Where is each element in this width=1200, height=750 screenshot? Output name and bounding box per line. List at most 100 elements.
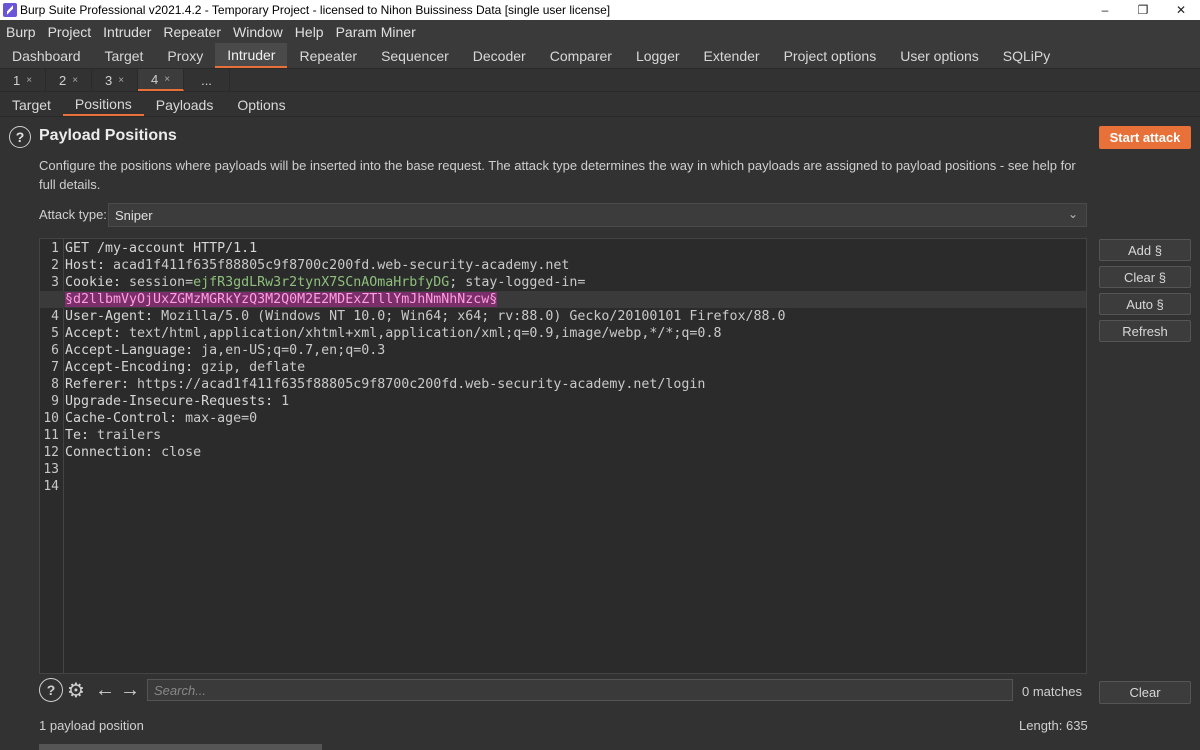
header-name: Cookie:	[65, 275, 122, 290]
attack-tab-3[interactable]: 3 ×	[92, 69, 138, 91]
cookie-separator: ; stay-logged-in=	[449, 275, 586, 290]
tab-dashboard[interactable]: Dashboard	[0, 43, 93, 68]
menu-project[interactable]: Project	[42, 24, 98, 40]
menu-repeater[interactable]: Repeater	[157, 24, 227, 40]
attack-tab-label: 1	[12, 72, 21, 88]
menu-window[interactable]: Window	[227, 24, 289, 40]
menu-help[interactable]: Help	[289, 24, 330, 40]
request-line: 13	[40, 461, 1086, 478]
match-count: 0 matches	[1022, 684, 1082, 699]
header-name: User-Agent:	[65, 309, 154, 324]
close-button[interactable]: ✕	[1162, 3, 1200, 17]
arrow-left-icon[interactable]: ←	[93, 678, 117, 702]
header-name: Host:	[65, 258, 106, 273]
refresh-button[interactable]: Refresh	[1099, 320, 1191, 342]
attack-tab-4[interactable]: 4 ×	[138, 69, 184, 91]
tab-sqlipy[interactable]: SQLiPy	[991, 43, 1062, 68]
minimize-button[interactable]: –	[1086, 3, 1124, 17]
line-number: 2	[51, 258, 59, 273]
request-line: 11 Te: trailers	[40, 427, 1086, 444]
attack-tab-1[interactable]: 1 ×	[0, 69, 46, 91]
attack-tab-new[interactable]: ...	[184, 69, 230, 91]
description-text: Configure the positions where payloads w…	[39, 158, 1076, 192]
horizontal-scrollbar[interactable]	[39, 744, 322, 750]
tab-target[interactable]: Target	[93, 43, 156, 68]
search-help-icon[interactable]: ?	[39, 678, 63, 702]
attack-tab-label: 2	[58, 72, 67, 88]
header-value: ja,en-US;q=0.7,en;q=0.3	[193, 343, 386, 358]
arrow-right-icon[interactable]: →	[118, 678, 142, 702]
clear-markers-button[interactable]: Clear §	[1099, 266, 1191, 288]
request-line: 6 Accept-Language: ja,en-US;q=0.7,en;q=0…	[40, 342, 1086, 359]
tab-proxy[interactable]: Proxy	[155, 43, 215, 68]
request-line: 10 Cache-Control: max-age=0	[40, 410, 1086, 427]
attack-type-label: Attack type:	[39, 207, 107, 222]
line-number: 8	[51, 377, 59, 392]
request-line: 3 Cookie: session=ejfR3gdLRw3r2tynX7SCnA…	[40, 274, 1086, 291]
line-number: 10	[43, 411, 59, 426]
header-value: acad1f411f635f88805c9f8700c200fd.web-sec…	[105, 258, 570, 273]
menu-burp[interactable]: Burp	[0, 24, 42, 40]
payload-position-marker[interactable]: §d2llbmVyOjUxZGMzMGRkYzQ3M2Q0M2E2MDExZTl…	[65, 292, 498, 307]
line-number: 9	[51, 394, 59, 409]
clear-button[interactable]: Clear	[1099, 681, 1191, 704]
session-cookie-value: ejfR3gdLRw3r2tynX7SCnAOmaHrbfyDG	[193, 275, 450, 290]
header-name: Accept-Language:	[65, 343, 194, 358]
header-value: https://acad1f411f635f88805c9f8700c200fd…	[129, 377, 706, 392]
line-number: 7	[51, 360, 59, 375]
header-value: trailers	[89, 428, 162, 443]
section-tabs: Target Positions Payloads Options	[0, 93, 1200, 117]
request-line: 9 Upgrade-Insecure-Requests: 1	[40, 393, 1086, 410]
gear-icon[interactable]: ⚙	[64, 678, 88, 702]
attack-type-value: Sniper	[115, 207, 153, 223]
request-line: 1 GET /my-account HTTP/1.1	[40, 240, 1086, 257]
page-title: Payload Positions	[39, 127, 177, 144]
line-number: 4	[51, 309, 59, 324]
attack-tabs: 1 × 2 × 3 × 4 × ...	[0, 69, 1200, 92]
help-icon[interactable]: ?	[9, 126, 31, 148]
tab-logger[interactable]: Logger	[624, 43, 692, 68]
tab-extender[interactable]: Extender	[692, 43, 772, 68]
header-value: gzip, deflate	[193, 360, 306, 375]
request-length: Length: 635	[1019, 718, 1088, 733]
close-tab-icon[interactable]: ×	[118, 75, 124, 86]
menu-intruder[interactable]: Intruder	[97, 24, 157, 40]
close-tab-icon[interactable]: ×	[26, 75, 32, 86]
window-title: Burp Suite Professional v2021.4.2 - Temp…	[20, 3, 611, 17]
header-name: Te:	[65, 428, 90, 443]
restore-button[interactable]: ❐	[1124, 3, 1162, 17]
request-line: 14	[40, 478, 1086, 495]
tab-sequencer[interactable]: Sequencer	[369, 43, 461, 68]
request-line: 7 Accept-Encoding: gzip, deflate	[40, 359, 1086, 376]
attack-type-select[interactable]: Sniper ⌄	[108, 203, 1087, 227]
request-line: 5 Accept: text/html,application/xhtml+xm…	[40, 325, 1086, 342]
header-value: text/html,application/xhtml+xml,applicat…	[121, 326, 722, 341]
request-editor[interactable]: 1 GET /my-account HTTP/1.1 2 Host: acad1…	[39, 238, 1087, 674]
tab-section-positions[interactable]: Positions	[62, 93, 144, 116]
search-input[interactable]: Search...	[147, 679, 1013, 701]
menu-param-miner[interactable]: Param Miner	[330, 24, 422, 40]
start-attack-button[interactable]: Start attack	[1099, 126, 1191, 149]
tab-section-options[interactable]: Options	[225, 93, 297, 116]
header-name: Accept:	[65, 326, 122, 341]
auto-marker-button[interactable]: Auto §	[1099, 293, 1191, 315]
header-value: max-age=0	[177, 411, 258, 426]
line-number: 14	[43, 479, 59, 494]
request-line: 12 Connection: close	[40, 444, 1086, 461]
attack-tab-2[interactable]: 2 ×	[46, 69, 92, 91]
tab-intruder[interactable]: Intruder	[215, 43, 288, 68]
tab-decoder[interactable]: Decoder	[461, 43, 538, 68]
close-tab-icon[interactable]: ×	[164, 74, 170, 85]
header-name: Upgrade-Insecure-Requests:	[65, 394, 274, 409]
menu-bar: Burp Project Intruder Repeater Window He…	[0, 20, 1200, 43]
tab-project-options[interactable]: Project options	[772, 43, 889, 68]
attack-tab-label: 4	[150, 71, 159, 87]
tab-user-options[interactable]: User options	[888, 43, 991, 68]
tab-section-target[interactable]: Target	[0, 93, 63, 116]
close-tab-icon[interactable]: ×	[72, 75, 78, 86]
tab-repeater[interactable]: Repeater	[287, 43, 369, 68]
tab-section-payloads[interactable]: Payloads	[144, 93, 226, 116]
line-number: 1	[51, 241, 59, 256]
add-marker-button[interactable]: Add §	[1099, 239, 1191, 261]
tab-comparer[interactable]: Comparer	[538, 43, 624, 68]
